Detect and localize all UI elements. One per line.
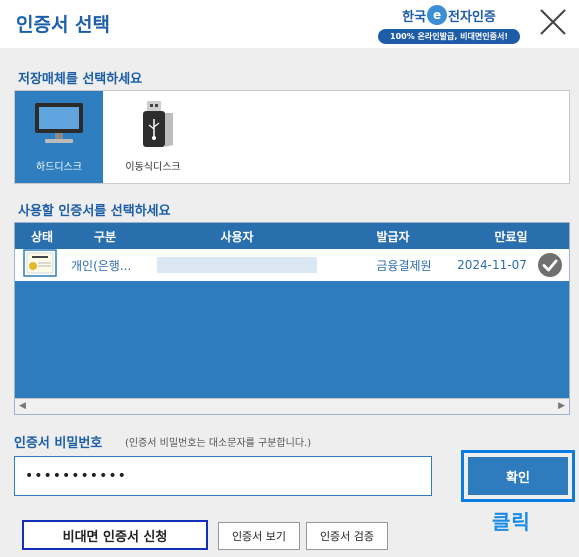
click-hint-label: 클릭 — [492, 510, 531, 534]
valid-cell — [531, 253, 569, 277]
password-hint: (인증서 비밀번호는 대소문자를 구분합니다.) — [125, 438, 312, 449]
view-certificate-button[interactable]: 인증서 보기 — [218, 522, 300, 550]
logo-text-right: 전자인증 — [448, 9, 496, 25]
close-icon — [540, 9, 566, 35]
certificate-icon — [23, 249, 57, 277]
monitor-icon — [35, 103, 83, 143]
user-cell — [141, 257, 333, 273]
password-input[interactable] — [14, 456, 432, 496]
usb-drive-icon — [143, 101, 173, 147]
logo-badge: 100% 온라인발급, 비대면인증서! — [378, 29, 520, 44]
password-label: 인증서 비밀번호 — [14, 436, 103, 451]
certificate-section-label: 사용할 인증서를 선택하세요 — [18, 204, 171, 219]
expiry-cell: 2024-11-07 — [457, 258, 527, 272]
type-cell: 개인(은행... — [71, 258, 132, 273]
confirm-button[interactable]: 확인 — [468, 457, 568, 495]
dialog-header: 인증서 선택 한국 e 전자인증 100% 온라인발급, 비대면인증서! — [0, 0, 579, 48]
scroll-left-icon[interactable]: ◀ — [19, 401, 26, 411]
logo-text-left: 한국 — [402, 9, 427, 25]
column-expiry: 만료일 — [494, 229, 528, 244]
table-row[interactable]: 개인(은행... 금융결제원 2024-11-07 — [15, 249, 569, 281]
issuer-cell: 금융결제원 — [376, 258, 432, 273]
masked-user-name — [157, 257, 317, 273]
status-cell — [15, 249, 69, 281]
column-type: 구분 — [93, 229, 117, 244]
logo-mark-icon: e — [427, 5, 448, 25]
contactless-certificate-button[interactable]: 비대면 인증서 신청 — [22, 520, 208, 550]
dialog-title: 인증서 선택 — [16, 14, 111, 36]
column-issuer: 발급자 — [376, 229, 410, 244]
verify-certificate-button[interactable]: 인증서 검증 — [306, 522, 388, 550]
scroll-right-icon[interactable]: ▶ — [558, 401, 565, 411]
table-header: 상태 구분 사용자 발급자 만료일 — [15, 223, 569, 249]
column-status: 상태 — [30, 229, 54, 244]
confirm-highlight: 확인 — [461, 450, 575, 502]
horizontal-scrollbar[interactable]: ◀ ▶ — [15, 398, 569, 414]
storage-section-label: 저장매체를 선택하세요 — [18, 72, 143, 87]
close-button[interactable] — [537, 6, 569, 38]
certificate-table: 상태 구분 사용자 발급자 만료일 개인(은행... 금융결제원 2024-11… — [14, 222, 570, 415]
storage-media-list: 하드디스크 이동식디스크 — [14, 90, 570, 184]
media-removable-label: 이동식디스크 — [125, 162, 181, 173]
media-harddisk[interactable]: 하드디스크 — [15, 91, 103, 183]
media-harddisk-label: 하드디스크 — [36, 162, 82, 173]
media-removable-disk[interactable]: 이동식디스크 — [109, 91, 197, 183]
brand-logo: 한국 e 전자인증 100% 온라인발급, 비대면인증서! — [378, 4, 520, 44]
check-circle-icon — [538, 253, 562, 277]
column-user: 사용자 — [220, 229, 254, 244]
